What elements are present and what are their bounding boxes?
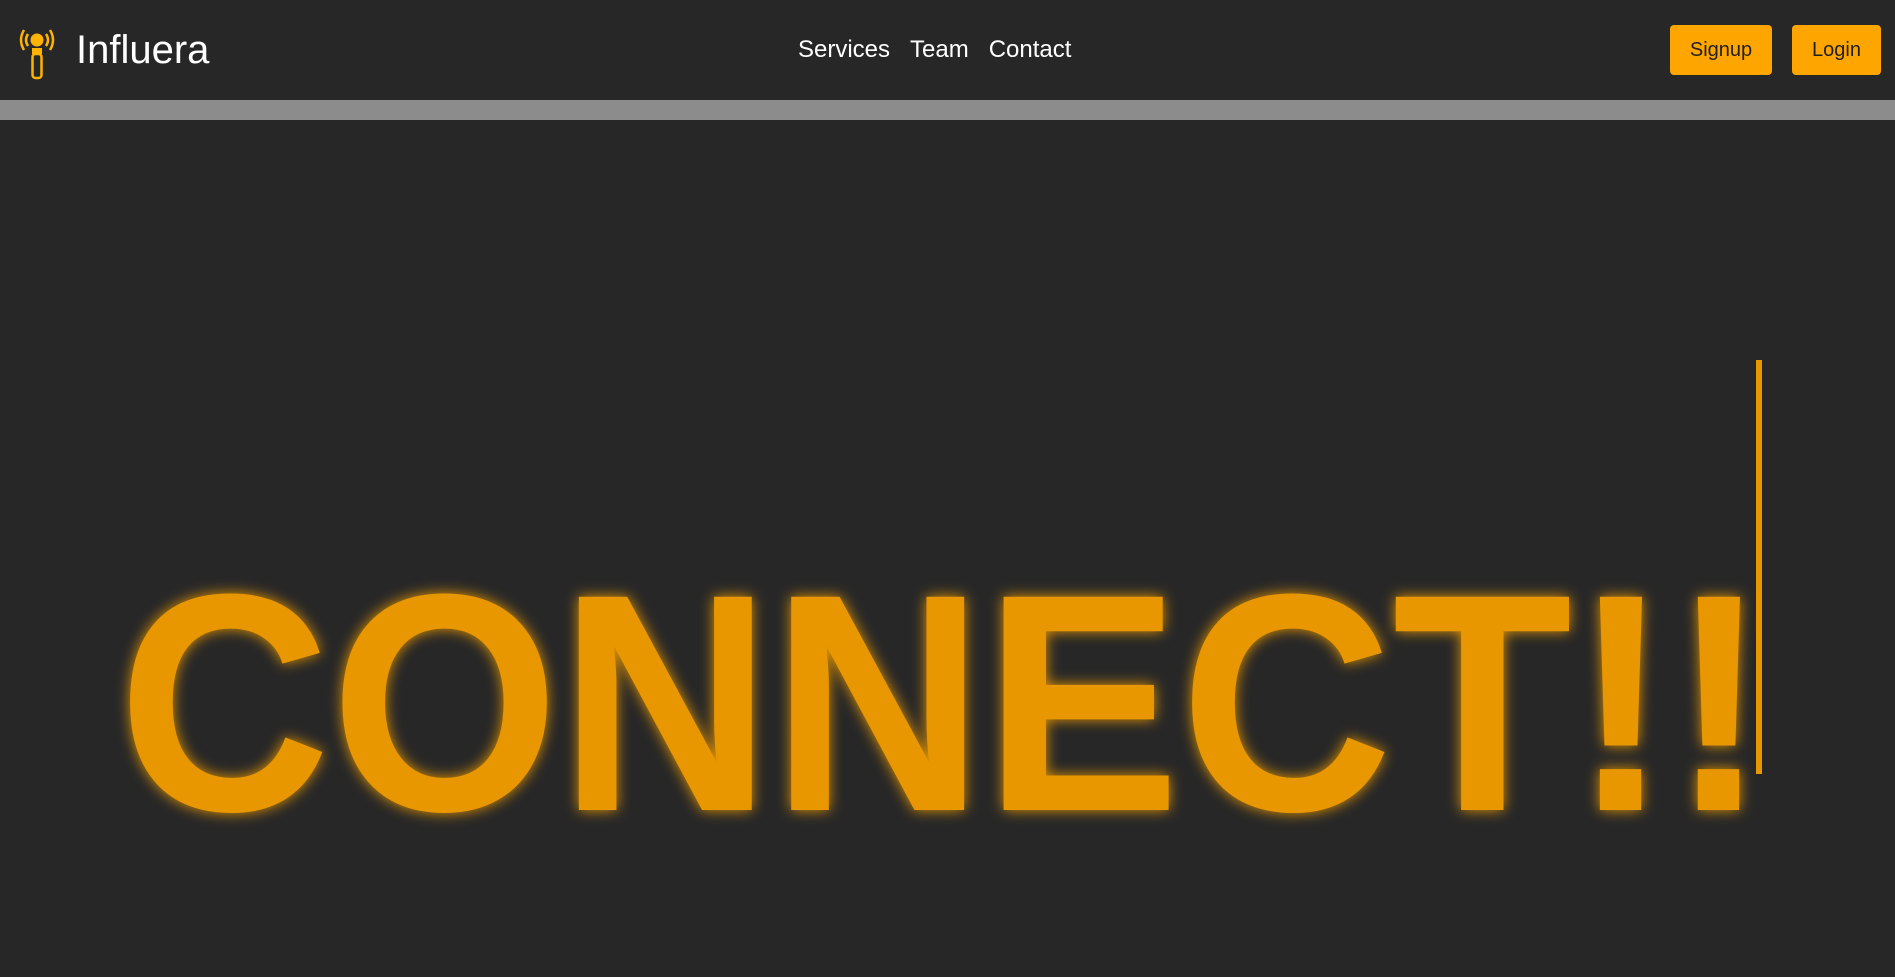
navbar: Influera Services Team Contact Signup Lo… <box>0 0 1895 100</box>
hero-section: CONNECT!! <box>0 120 1895 977</box>
typing-cursor <box>1756 360 1762 774</box>
main-nav: Services Team Contact <box>798 30 1071 70</box>
nav-link-team[interactable]: Team <box>910 30 969 70</box>
nav-link-contact[interactable]: Contact <box>989 30 1072 70</box>
brand-name: Influera <box>76 28 210 72</box>
nav-link-services[interactable]: Services <box>798 30 890 70</box>
header-divider <box>0 100 1895 120</box>
signup-button[interactable]: Signup <box>1670 25 1772 75</box>
signal-tower-icon <box>19 29 55 80</box>
hero-headline-graphic: CONNECT!! <box>118 529 1768 876</box>
login-button[interactable]: Login <box>1792 25 1881 75</box>
hero-headline: CONNECT!! <box>118 529 1768 876</box>
brand-logo-link[interactable]: Influera <box>18 20 209 80</box>
